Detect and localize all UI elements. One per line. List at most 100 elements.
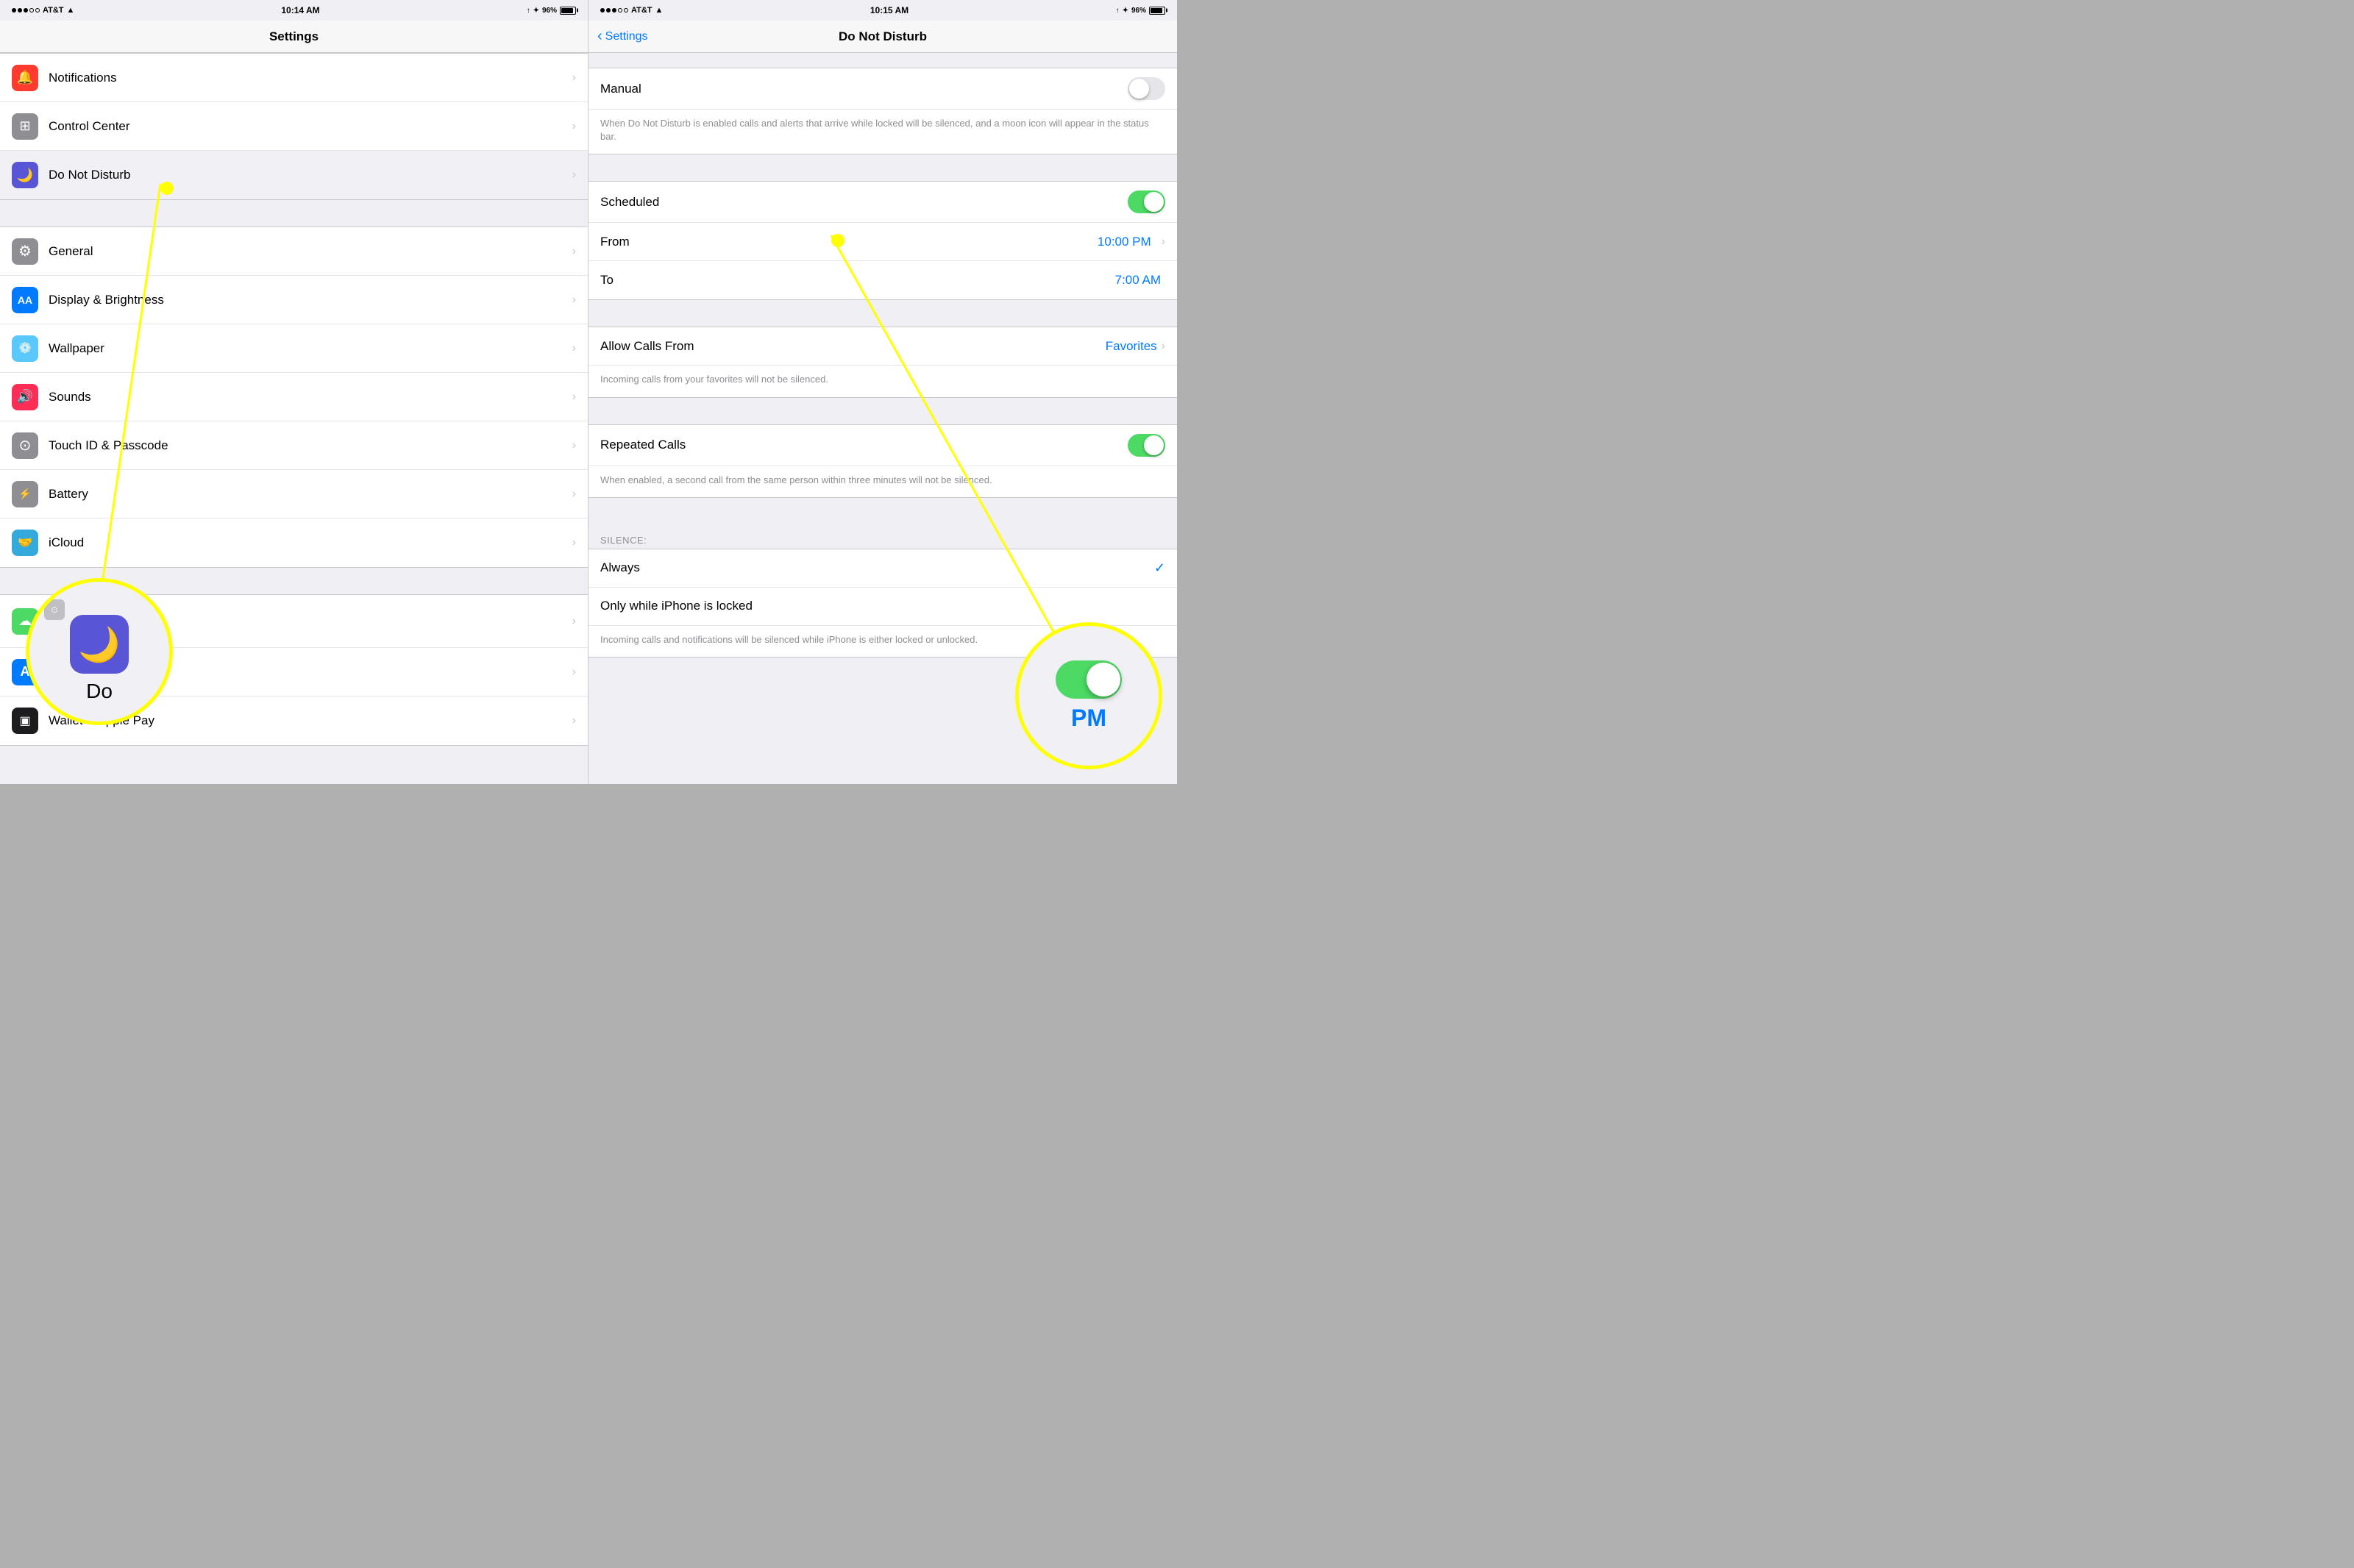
- scheduled-toggle[interactable]: [1128, 190, 1165, 213]
- zoom-toggle[interactable]: [1056, 660, 1122, 699]
- left-battery-percent: 96%: [542, 7, 557, 15]
- always-label: Always: [600, 560, 1154, 575]
- detail-sep-1: [588, 154, 1177, 181]
- left-status-bar-left: AT&T ▲: [12, 6, 74, 15]
- wallpaper-icon: ❁: [12, 335, 38, 362]
- control-center-label: Control Center: [49, 119, 566, 134]
- always-checkmark: ✓: [1154, 560, 1165, 576]
- general-chevron: ›: [572, 245, 576, 258]
- left-wifi-icon: ▲: [67, 6, 75, 15]
- sidebar-item-wallpaper[interactable]: ❁ Wallpaper ›: [0, 324, 588, 373]
- scheduled-row[interactable]: Scheduled: [588, 182, 1177, 223]
- settings-group-2: ⚙ General › AA Display & Brightness › ❁ …: [0, 227, 588, 568]
- dot5: [35, 8, 40, 13]
- touch-id-label: Touch ID & Passcode: [49, 438, 566, 453]
- sidebar-item-notifications[interactable]: 🔔 Notifications ›: [0, 54, 588, 102]
- right-status-right: ↑ ✦ 96%: [1116, 7, 1165, 15]
- dot1: [12, 8, 16, 13]
- general-icon: ⚙: [12, 238, 38, 265]
- r-dot1: [600, 8, 605, 13]
- sidebar-item-general[interactable]: ⚙ General ›: [0, 227, 588, 276]
- do-not-disturb-label: Do Not Disturb: [49, 168, 566, 182]
- sidebar-item-touch-id[interactable]: ⊙ Touch ID & Passcode ›: [0, 421, 588, 470]
- to-value: 7:00 AM: [1115, 273, 1161, 288]
- signal-dots: [12, 8, 40, 13]
- zoom-dnd-icon: 🌙: [70, 615, 129, 674]
- repeated-calls-section: Repeated Calls When enabled, a second ca…: [588, 424, 1177, 498]
- left-time: 10:14 AM: [281, 5, 319, 15]
- repeated-calls-toggle-knob: [1144, 435, 1164, 455]
- sidebar-item-display-brightness[interactable]: AA Display & Brightness ›: [0, 276, 588, 324]
- manual-row[interactable]: Manual: [588, 68, 1177, 110]
- display-chevron: ›: [572, 293, 576, 307]
- left-battery-icon: [560, 7, 576, 15]
- right-nav-bar: ‹ Settings Do Not Disturb: [588, 21, 1177, 53]
- itunes-chevron: ›: [572, 666, 576, 679]
- icloud-chevron: ›: [572, 615, 576, 628]
- right-status-bar-left: AT&T ▲: [600, 6, 663, 15]
- from-chevron: ›: [1162, 235, 1165, 249]
- back-chevron-icon: ‹: [597, 29, 602, 43]
- left-bluetooth-icon: ✦: [533, 7, 539, 15]
- privacy-icon: 🤝: [12, 530, 38, 556]
- back-button[interactable]: ‹ Settings: [597, 29, 647, 43]
- right-time: 10:15 AM: [870, 5, 908, 15]
- group-sep-1: [0, 200, 588, 227]
- right-bluetooth-icon: ✦: [1123, 7, 1128, 15]
- manual-label: Manual: [600, 82, 1128, 96]
- allow-calls-row[interactable]: Allow Calls From Favorites ›: [588, 327, 1177, 366]
- zoom-touch-id-icon: ⊙: [44, 599, 65, 620]
- sidebar-item-control-center[interactable]: ⊞ Control Center ›: [0, 102, 588, 151]
- allow-calls-value: Favorites: [1106, 339, 1157, 354]
- wallpaper-chevron: ›: [572, 342, 576, 355]
- sidebar-item-privacy[interactable]: 🤝 iCloud ›: [0, 518, 588, 567]
- left-nav-title: Settings: [269, 29, 319, 44]
- r-dot5: [624, 8, 628, 13]
- zoom-toggle-knob: [1087, 663, 1120, 696]
- sidebar-item-sounds[interactable]: 🔊 Sounds ›: [0, 373, 588, 421]
- while-locked-row[interactable]: Only while iPhone is locked: [588, 588, 1177, 626]
- detail-sep-2: [588, 300, 1177, 327]
- control-center-icon: ⊞: [12, 113, 38, 140]
- settings-group-1: 🔔 Notifications › ⊞ Control Center › 🌙 D…: [0, 53, 588, 200]
- notifications-label: Notifications: [49, 71, 566, 85]
- left-nav-bar: Settings: [0, 21, 588, 53]
- left-location-icon: ↑: [527, 7, 530, 15]
- left-status-bar: AT&T ▲ 10:14 AM ↑ ✦ 96%: [0, 0, 588, 21]
- sidebar-item-do-not-disturb[interactable]: 🌙 Do Not Disturb ›: [0, 151, 588, 199]
- manual-toggle-knob: [1129, 79, 1149, 99]
- wallet-chevron: ›: [572, 714, 576, 727]
- from-label: From: [600, 235, 1098, 249]
- left-status-right: ↑ ✦ 96%: [527, 7, 576, 15]
- battery-settings-icon: ⚡: [12, 481, 38, 507]
- sounds-icon: 🔊: [12, 384, 38, 410]
- right-zoom-circle: PM: [1015, 622, 1162, 769]
- manual-desc: When Do Not Disturb is enabled calls and…: [588, 110, 1177, 154]
- scheduled-section: Scheduled From 10:00 PM › To 7:00 AM: [588, 181, 1177, 300]
- r-dot4: [618, 8, 622, 13]
- left-carrier: AT&T: [43, 6, 64, 15]
- right-wifi-icon: ▲: [655, 6, 664, 15]
- from-row[interactable]: From 10:00 PM ›: [588, 223, 1177, 261]
- privacy-chevron: ›: [572, 536, 576, 549]
- repeated-calls-label: Repeated Calls: [600, 438, 1128, 452]
- r-dot3: [612, 8, 616, 13]
- right-signal-dots: [600, 8, 628, 13]
- wallpaper-label: Wallpaper: [49, 341, 566, 356]
- sounds-chevron: ›: [572, 391, 576, 404]
- right-nav-title: Do Not Disturb: [839, 29, 927, 44]
- repeated-calls-toggle[interactable]: [1128, 434, 1165, 457]
- to-row[interactable]: To 7:00 AM: [588, 261, 1177, 299]
- screen-container: AT&T ▲ 10:14 AM ↑ ✦ 96% Settings 🔔: [0, 0, 1177, 784]
- sidebar-item-battery[interactable]: ⚡ Battery ›: [0, 470, 588, 518]
- do-not-disturb-chevron: ›: [572, 168, 576, 182]
- notifications-icon: 🔔: [12, 65, 38, 91]
- dot3: [24, 8, 28, 13]
- zoom-pm-text: PM: [1071, 705, 1106, 732]
- battery-fill: [561, 8, 573, 13]
- repeated-calls-row[interactable]: Repeated Calls: [588, 425, 1177, 466]
- allow-calls-chevron-icon: ›: [1162, 340, 1165, 353]
- manual-toggle[interactable]: [1128, 77, 1165, 100]
- always-row[interactable]: Always ✓: [588, 549, 1177, 588]
- right-carrier: AT&T: [631, 6, 652, 15]
